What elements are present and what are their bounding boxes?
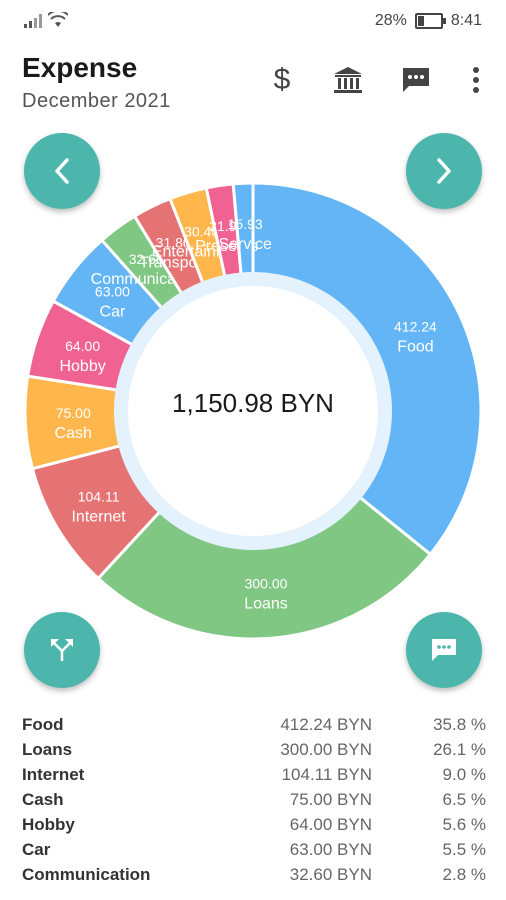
clock: 8:41	[450, 12, 482, 29]
chat-icon	[432, 639, 456, 661]
list-item-percent: 26.1 %	[433, 739, 486, 759]
battery-icon	[414, 13, 446, 29]
list-item-percent: 6.5 %	[442, 789, 486, 809]
wifi-icon	[48, 12, 68, 27]
list-item-percent: 5.5 %	[442, 839, 486, 859]
list-item-amount: 75.00 BYN	[289, 789, 372, 809]
expense-list: Food 412.24 BYN 35.8 % Loans 300.00 BYN 26.1 …	[22, 712, 486, 887]
list-item-amount: 300.00 BYN	[280, 739, 372, 759]
comment-icon[interactable]	[396, 60, 436, 100]
list-item[interactable]: Hobby 64.00 BYN 5.6 %	[22, 812, 486, 837]
slice-name-label: Internet	[71, 509, 126, 526]
slice-name-label: Cash	[55, 425, 92, 442]
list-item-percent: 5.6 %	[442, 814, 486, 834]
list-item[interactable]: Communication 32.60 BYN 2.8 %	[22, 862, 486, 887]
slice-name-label: Service	[218, 236, 271, 253]
page-title: Expense	[22, 52, 138, 83]
status-right: 28% 8:41	[375, 12, 482, 30]
list-item-amount: 63.00 BYN	[289, 839, 372, 859]
list-item-amount: 104.11 BYN	[281, 764, 372, 784]
list-item[interactable]: Loans 300.00 BYN 26.1 %	[22, 737, 486, 762]
list-item-amount: 64.00 BYN	[289, 814, 372, 834]
list-item-percent: 2.8 %	[442, 864, 486, 884]
slice-value-label: 300.00	[245, 576, 288, 592]
list-item-name: Communication	[22, 864, 151, 884]
split-button[interactable]	[24, 612, 100, 688]
signal-icon	[24, 14, 42, 28]
split-arrows-icon	[51, 639, 73, 661]
dollar-icon[interactable]: $	[262, 60, 302, 100]
list-item-name: Internet	[22, 764, 85, 784]
list-item-name: Loans	[22, 739, 73, 759]
slice-value-label: 412.24	[394, 318, 437, 334]
list-item-amount: 412.24 BYN	[280, 714, 372, 734]
list-item[interactable]: Cash 75.00 BYN 6.5 %	[22, 787, 486, 812]
list-item[interactable]: Food 412.24 BYN 35.8 %	[22, 712, 486, 737]
list-item-name: Car	[22, 839, 51, 859]
battery-percent: 28%	[374, 12, 407, 29]
list-item[interactable]: Car 63.00 BYN 5.5 %	[22, 837, 486, 862]
slice-value-label: 15.93	[228, 216, 263, 232]
bank-icon[interactable]	[328, 60, 368, 100]
slice-value-label: 104.11	[78, 489, 120, 505]
more-vert-icon[interactable]	[456, 60, 496, 100]
list-item-amount: 32.60 BYN	[289, 864, 372, 884]
status-bar: 28% 8:41	[0, 0, 506, 44]
list-item-percent: 35.8 %	[433, 714, 486, 734]
list-item-name: Cash	[22, 789, 64, 809]
slice-name-label: Hobby	[59, 358, 105, 375]
slice-value-label: 75.00	[56, 405, 91, 421]
comment-button[interactable]	[406, 612, 482, 688]
list-item-name: Food	[22, 714, 64, 734]
list-item-percent: 9.0 %	[442, 764, 486, 784]
slice-value-label: 64.00	[65, 338, 100, 354]
list-item[interactable]: Internet 104.11 BYN 9.0 %	[22, 762, 486, 787]
slice-name-label: Car	[100, 304, 126, 321]
slice-name-label: Loans	[244, 596, 288, 613]
list-item-name: Hobby	[22, 814, 75, 834]
period-label[interactable]: December 2021	[22, 90, 171, 113]
status-icons	[24, 12, 68, 28]
slice-name-label: Food	[397, 338, 433, 355]
total-amount: 1,150.98 BYN	[172, 388, 334, 418]
